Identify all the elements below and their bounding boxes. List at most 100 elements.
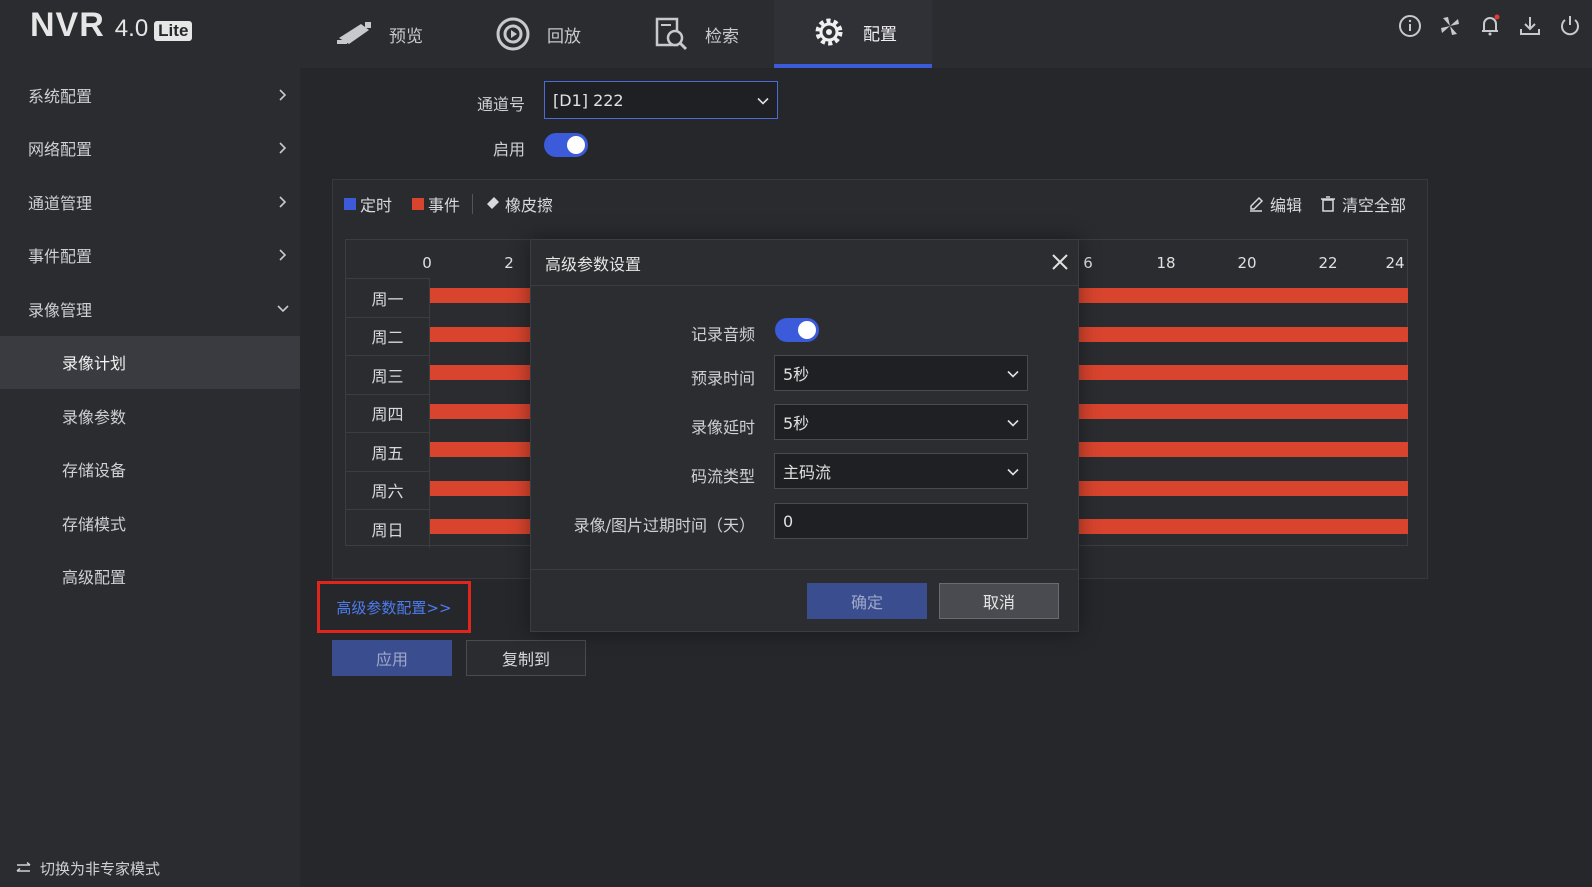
power-icon[interactable] xyxy=(1558,14,1582,38)
clear-all-label: 清空全部 xyxy=(1341,196,1406,215)
trash-icon xyxy=(1320,196,1336,212)
advanced-params-link[interactable]: 高级参数配置>> xyxy=(317,581,471,633)
nav-preview-label: 预览 xyxy=(389,26,423,47)
enable-toggle[interactable] xyxy=(544,133,588,157)
post-record-label: 录像延时 xyxy=(690,418,755,437)
event-swatch xyxy=(412,198,425,210)
chevron-down-icon xyxy=(1007,413,1019,432)
main-nav: 预览 回放 检索 配置 xyxy=(300,0,932,68)
pre-record-value: 5秒 xyxy=(783,365,810,384)
ok-button[interactable]: 确定 xyxy=(807,583,927,619)
hour-label: 0 xyxy=(422,254,432,272)
chevron-down-icon xyxy=(1007,462,1019,481)
hour-label: 24 xyxy=(1385,254,1405,272)
expert-mode-switch[interactable]: 切换为非专家模式 xyxy=(16,858,160,879)
channel-select[interactable]: [D1] 222 xyxy=(544,81,778,119)
nav-config[interactable]: 配置 xyxy=(774,0,932,68)
pre-record-label: 预录时间 xyxy=(690,369,755,388)
legend-eraser-label: 橡皮擦 xyxy=(505,196,554,215)
legend-event[interactable]: 事件 xyxy=(412,192,460,216)
hour-label: 18 xyxy=(1156,254,1176,272)
sidebar-sub-storage-mode[interactable]: 存储模式 xyxy=(0,496,300,550)
expert-mode-label: 切换为非专家模式 xyxy=(40,860,161,878)
logo-version: 4.0 xyxy=(114,15,149,42)
cancel-button[interactable]: 取消 xyxy=(939,583,1059,619)
chevron-down-icon xyxy=(1007,364,1019,383)
day-label: 周六 xyxy=(346,470,430,509)
chevron-down-icon xyxy=(276,302,290,316)
legend-event-label: 事件 xyxy=(428,196,461,215)
channel-select-value: [D1] 222 xyxy=(553,90,624,110)
copy-to-button[interactable]: 复制到 xyxy=(466,640,586,676)
record-audio-toggle[interactable] xyxy=(775,318,819,342)
sidebar-item-label: 事件配置 xyxy=(28,247,93,267)
sidebar-item-channel[interactable]: 通道管理 xyxy=(0,175,300,229)
sidebar-item-recording[interactable]: 录像管理 xyxy=(0,282,300,336)
camera-icon xyxy=(335,14,375,54)
schedule-legend: 定时 事件 橡皮擦 xyxy=(344,192,553,216)
switch-arrows-icon xyxy=(16,860,32,878)
sidebar-sub-advanced[interactable]: 高级配置 xyxy=(0,550,300,604)
bell-icon[interactable] xyxy=(1478,14,1502,38)
edit-button[interactable]: 编辑 xyxy=(1248,192,1302,216)
search-file-icon xyxy=(651,14,691,54)
logo: NVR 4.0 Lite xyxy=(30,6,193,45)
legend-eraser[interactable]: 橡皮擦 xyxy=(485,192,553,216)
day-label: 周日 xyxy=(346,509,430,548)
hour-label: 2 xyxy=(504,254,514,272)
chevron-down-icon xyxy=(757,91,769,110)
sidebar-item-event[interactable]: 事件配置 xyxy=(0,229,300,283)
hour-label: 22 xyxy=(1318,254,1338,272)
sidebar-item-system[interactable]: 系统配置 xyxy=(0,68,300,122)
day-label: 周二 xyxy=(346,316,430,355)
nav-playback-label: 回放 xyxy=(547,26,581,47)
clear-all-button[interactable]: 清空全部 xyxy=(1320,192,1406,216)
top-icons xyxy=(1398,14,1582,38)
legend-timed[interactable]: 定时 xyxy=(344,192,392,216)
nav-playback[interactable]: 回放 xyxy=(458,0,616,68)
edit-label: 编辑 xyxy=(1269,196,1302,215)
stream-type-label: 码流类型 xyxy=(690,467,755,486)
gear-icon xyxy=(809,12,849,52)
expire-days-input[interactable]: 0 xyxy=(774,503,1028,539)
sidebar-sub-storage-device[interactable]: 存储设备 xyxy=(0,443,300,497)
legend-divider xyxy=(472,194,474,214)
top-bar: NVR 4.0 Lite 预览 回放 检索 配置 xyxy=(0,0,1592,68)
day-label: 周三 xyxy=(346,355,430,394)
post-record-select[interactable]: 5秒 xyxy=(774,404,1028,440)
dialog-header: 高级参数设置 xyxy=(531,240,1078,286)
timed-swatch xyxy=(344,198,356,210)
sidebar-item-label: 系统配置 xyxy=(28,86,93,106)
schedule-tools: 编辑 清空全部 xyxy=(1248,192,1406,216)
sidebar-sub-params[interactable]: 录像参数 xyxy=(0,389,300,443)
fan-icon[interactable] xyxy=(1438,14,1462,38)
sidebar-item-label: 录像管理 xyxy=(28,300,93,320)
chevron-right-icon xyxy=(276,195,290,209)
nav-search[interactable]: 检索 xyxy=(616,0,774,68)
dialog-title: 高级参数设置 xyxy=(545,254,642,274)
enable-label: 启用 xyxy=(492,140,525,159)
eraser-icon xyxy=(485,194,501,214)
sidebar-sub-schedule[interactable]: 录像计划 xyxy=(0,335,300,389)
info-icon[interactable] xyxy=(1398,14,1422,38)
sidebar-item-label: 通道管理 xyxy=(28,193,93,213)
nav-search-label: 检索 xyxy=(705,26,739,47)
day-label: 周五 xyxy=(346,432,430,471)
pencil-icon xyxy=(1248,196,1264,212)
chevron-right-icon xyxy=(276,88,290,102)
advanced-settings-dialog: 高级参数设置 记录音频 预录时间 5秒 录像延时 5秒 码流类型 主码流 录像/… xyxy=(530,239,1079,632)
dialog-footer: 确定 取消 xyxy=(531,569,1078,631)
apply-button[interactable]: 应用 xyxy=(332,640,452,676)
pre-record-select[interactable]: 5秒 xyxy=(774,355,1028,391)
download-icon[interactable] xyxy=(1518,14,1542,38)
channel-label: 通道号 xyxy=(476,95,525,114)
expire-days-value: 0 xyxy=(783,511,794,531)
expire-days-label: 录像/图片过期时间（天） xyxy=(573,516,755,535)
sidebar: 系统配置 网络配置 通道管理 事件配置 录像管理 录像计划 录像参数 存储设备 … xyxy=(0,68,300,887)
sidebar-item-network[interactable]: 网络配置 xyxy=(0,122,300,176)
nav-preview[interactable]: 预览 xyxy=(300,0,458,68)
stream-type-select[interactable]: 主码流 xyxy=(774,453,1028,489)
sidebar-item-label: 网络配置 xyxy=(28,140,93,160)
close-icon[interactable] xyxy=(1050,252,1070,272)
day-label: 周一 xyxy=(346,278,430,317)
